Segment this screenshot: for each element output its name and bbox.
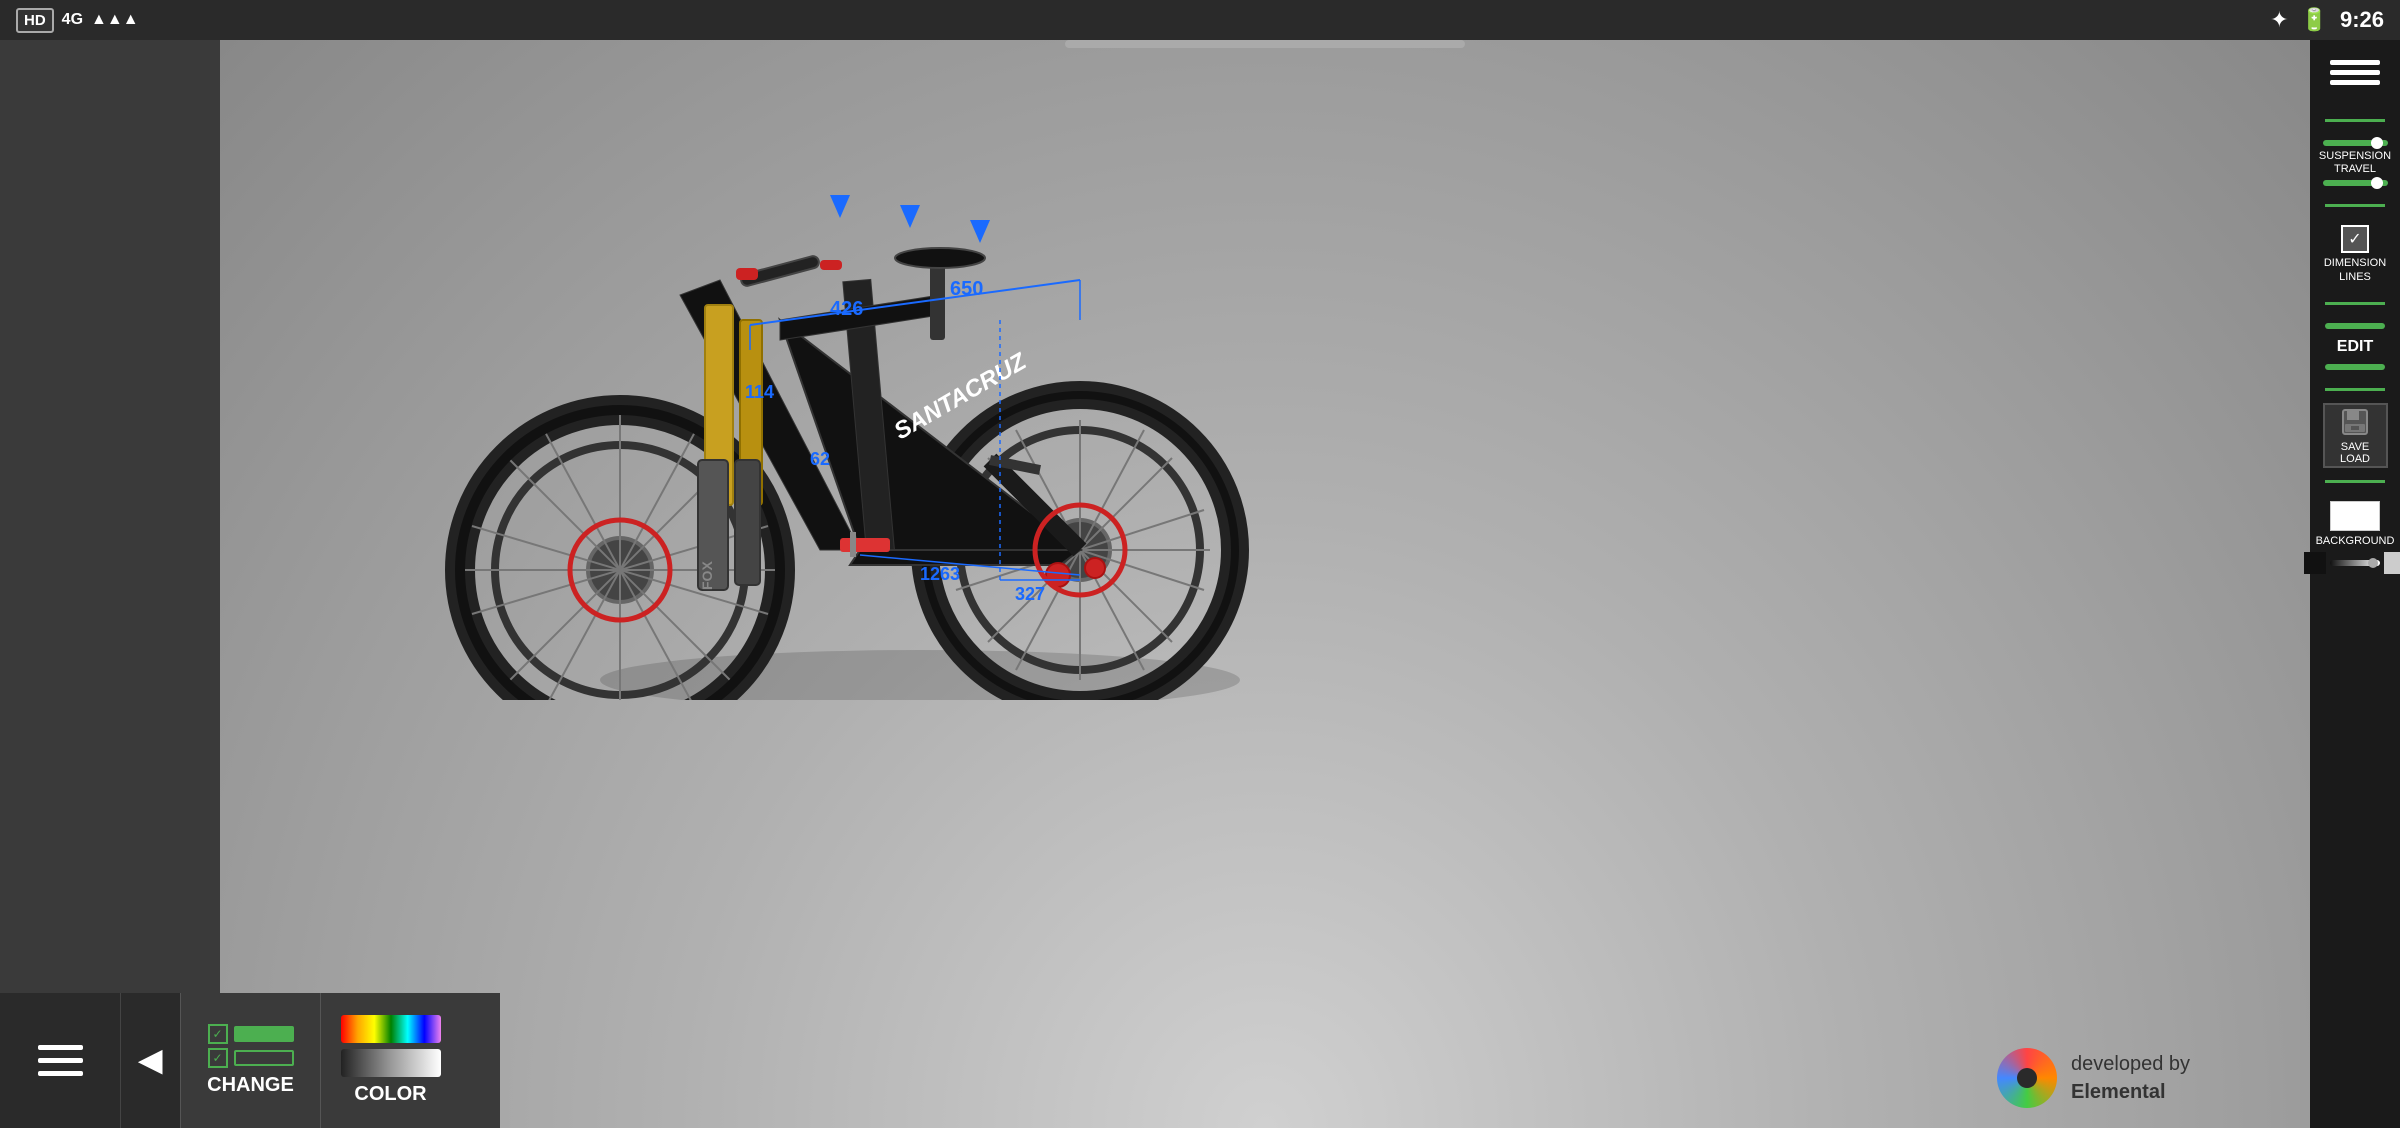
left-sidebar: mavic Mavic ≫K Kore — [0, 40, 220, 1128]
suspension-label: SUSPENSION TRAVEL — [2319, 150, 2391, 176]
background-label: BACKGROUND — [2316, 535, 2395, 548]
change-section[interactable]: ✓ ✓ CHANGE — [180, 993, 320, 1128]
hamburger-icon — [38, 1045, 83, 1076]
elemental-logo — [1997, 1048, 2057, 1108]
right-menu-line-2 — [2330, 70, 2380, 75]
bike-svg-container: FOX SANTACRUZ — [400, 120, 1220, 720]
right-menu-line-3 — [2330, 80, 2380, 85]
bluetooth-icon: ✦ — [2270, 7, 2288, 33]
dev-line2: Elemental — [2071, 1078, 2190, 1106]
background-black — [2304, 552, 2326, 574]
background-slider-container — [2304, 552, 2400, 574]
edit-group: EDIT — [2313, 317, 2398, 376]
save-load-icon — [2339, 406, 2371, 438]
right-divider-2 — [2325, 204, 2385, 207]
right-divider-3 — [2325, 302, 2385, 305]
edit-bar-top — [2325, 323, 2385, 329]
status-bar: HD 4G ▲▲▲ ✦ 🔋 9:26 — [0, 0, 2400, 40]
top-scrollbar[interactable] — [1065, 40, 1465, 48]
change-icon-row-2: ✓ — [208, 1048, 294, 1068]
dev-text: developed by Elemental — [2071, 1050, 2190, 1106]
svg-text:650: 650 — [950, 278, 983, 300]
network-signal: 4G — [62, 11, 83, 29]
right-divider-1 — [2325, 119, 2385, 122]
battery-icon: 🔋 — [2301, 7, 2328, 33]
save-load-button[interactable]: SAVE LOAD — [2323, 403, 2388, 468]
right-divider-5 — [2325, 480, 2385, 483]
hd-badge: HD — [16, 8, 54, 33]
time-display: 9:26 — [2340, 7, 2384, 33]
change-label: CHANGE — [207, 1074, 294, 1097]
suspension-thumb-bottom — [2371, 177, 2383, 189]
hamburger-line-2 — [38, 1058, 83, 1063]
save-load-label: SAVE LOAD — [2340, 441, 2370, 465]
background-swatch[interactable] — [2330, 501, 2380, 531]
green-check-2: ✓ — [208, 1048, 228, 1068]
background-slider-thumb — [2368, 558, 2378, 568]
green-check-1: ✓ — [208, 1024, 228, 1044]
right-divider-4 — [2325, 388, 2385, 391]
main-viewport: FOX SANTACRUZ — [220, 40, 2310, 1128]
svg-text:426: 426 — [830, 298, 863, 320]
svg-text:FOX: FOX — [699, 561, 715, 590]
svg-text:114: 114 — [745, 382, 774, 402]
background-group: BACKGROUND — [2313, 495, 2398, 580]
suspension-travel-group: SUSPENSION TRAVEL — [2313, 134, 2398, 192]
dimension-lines-group: ✓ DIMENSION LINES — [2313, 219, 2398, 289]
color-spectrum — [341, 1015, 441, 1043]
change-icon-row-1: ✓ — [208, 1024, 294, 1044]
back-button[interactable]: ◀ — [120, 993, 180, 1128]
change-icons: ✓ ✓ — [208, 1024, 294, 1068]
edit-label: EDIT — [2337, 337, 2373, 356]
hamburger-line-3 — [38, 1071, 83, 1076]
bottom-toolbar: ◀ ✓ ✓ CHANGE COLOR — [0, 993, 500, 1128]
hamburger-line-1 — [38, 1045, 83, 1050]
svg-text:1263: 1263 — [920, 564, 960, 584]
menu-button[interactable] — [0, 993, 120, 1128]
color-section[interactable]: COLOR — [320, 993, 460, 1128]
status-left: HD 4G ▲▲▲ — [16, 8, 139, 33]
dev-line1: developed by — [2071, 1050, 2190, 1078]
suspension-slider-top[interactable] — [2323, 140, 2388, 146]
status-right: ✦ 🔋 9:26 — [2270, 7, 2384, 33]
background-slider[interactable] — [2330, 560, 2380, 566]
dimension-checkbox[interactable]: ✓ — [2341, 225, 2369, 253]
color-label: COLOR — [354, 1083, 426, 1106]
right-menu-button[interactable] — [2330, 50, 2380, 95]
svg-text:327: 327 — [1015, 584, 1045, 604]
svg-text:62: 62 — [810, 449, 830, 469]
green-bar-2 — [234, 1050, 294, 1066]
suspension-thumb-top — [2371, 137, 2383, 149]
suspension-slider-bottom[interactable] — [2323, 180, 2388, 186]
right-sidebar: SUSPENSION TRAVEL ✓ DIMENSION LINES EDIT… — [2310, 40, 2400, 1128]
right-menu-line-1 — [2330, 60, 2380, 65]
dimension-lines-label: DIMENSION LINES — [2324, 257, 2386, 283]
signal-bars: ▲▲▲ — [91, 11, 139, 29]
edit-bar-bottom — [2325, 364, 2385, 370]
bike-svg: FOX SANTACRUZ — [400, 120, 1250, 700]
green-bar-1 — [234, 1026, 294, 1042]
background-light — [2384, 552, 2400, 574]
dev-credit: developed by Elemental — [1997, 1048, 2190, 1108]
color-gray-bar — [341, 1049, 441, 1077]
back-arrow-icon: ◀ — [139, 1043, 162, 1078]
